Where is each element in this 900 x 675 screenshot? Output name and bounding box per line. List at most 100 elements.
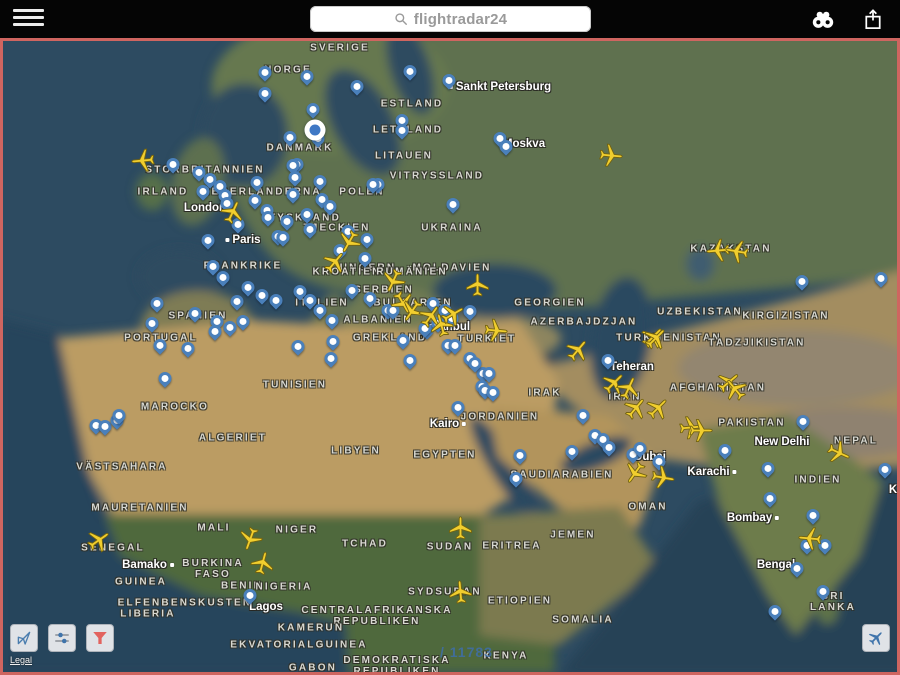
sliders-icon — [53, 629, 71, 647]
country-label: NIGER — [276, 525, 319, 536]
filter-button[interactable] — [86, 624, 114, 652]
share-icon[interactable] — [860, 8, 886, 31]
country-label: VÄSTSAHARA — [76, 462, 167, 473]
location-arrow-icon — [15, 629, 33, 647]
airport-pin[interactable] — [876, 460, 894, 478]
aircraft-icon[interactable] — [721, 235, 752, 266]
search-input[interactable]: flightradar24 — [310, 6, 591, 32]
airport-pin[interactable] — [394, 331, 412, 349]
funnel-icon — [91, 629, 109, 647]
country-label: EGYPTEN — [413, 450, 476, 461]
airport-pin[interactable] — [179, 339, 197, 357]
airport-pin[interactable] — [759, 459, 777, 477]
map-overlay-layer: SVERIGENORGEESTLANDLETTLANDLITAUENVITRYS… — [3, 41, 897, 672]
country-label: UZBEKISTAN — [657, 307, 743, 318]
aircraft-icon[interactable] — [447, 515, 474, 542]
country-label: GREKLAND — [353, 333, 427, 344]
country-label: ETIOPIEN — [488, 596, 552, 607]
airport-pin[interactable] — [814, 582, 832, 600]
airport-pin[interactable] — [872, 269, 890, 287]
airport-pin[interactable] — [361, 289, 379, 307]
airport-pin[interactable] — [284, 185, 302, 203]
airport-pin[interactable] — [151, 336, 169, 354]
aircraft-icon[interactable] — [558, 331, 596, 369]
settings-button[interactable] — [48, 624, 76, 652]
aircraft-icon[interactable] — [820, 434, 856, 470]
country-label: GUINEA — [115, 577, 167, 588]
airport-pin[interactable] — [281, 128, 299, 146]
airport-pin[interactable] — [348, 77, 366, 95]
search-icon — [394, 12, 408, 26]
airport-pin[interactable] — [164, 155, 182, 173]
airport-pin[interactable] — [148, 294, 166, 312]
country-label: INDIEN — [794, 475, 841, 486]
aircraft-icon[interactable] — [795, 523, 824, 552]
airport-pin[interactable] — [228, 292, 246, 310]
airport-pin[interactable] — [298, 67, 316, 85]
airport-pin[interactable] — [289, 337, 307, 355]
aircraft-icon[interactable] — [636, 319, 674, 357]
airport-pin[interactable] — [298, 205, 316, 223]
city-label: Bamako — [122, 559, 174, 571]
legal-link[interactable]: Legal — [10, 655, 32, 665]
airport-pin[interactable] — [716, 441, 734, 459]
country-label: TCHAD — [342, 539, 388, 550]
menu-icon[interactable] — [13, 9, 44, 29]
airport-pin[interactable] — [248, 173, 266, 191]
airport-pin[interactable] — [793, 272, 811, 290]
country-label: LIBERIA — [120, 609, 175, 620]
airport-pin[interactable] — [766, 602, 784, 620]
airport-pin[interactable] — [444, 195, 462, 213]
country-label: JEMEN — [550, 530, 595, 541]
airport-pin[interactable] — [324, 332, 342, 350]
locate-me-button[interactable] — [10, 624, 38, 652]
airport-pin[interactable] — [143, 314, 161, 332]
city-label: Sankt Petersburg — [449, 81, 551, 93]
airport-pin[interactable] — [256, 84, 274, 102]
aircraft-icon[interactable] — [464, 272, 491, 299]
airport-pin[interactable] — [322, 349, 340, 367]
airport-pin[interactable] — [788, 559, 806, 577]
airport-pin[interactable] — [804, 506, 822, 524]
city-label: Bombay — [727, 512, 779, 524]
airport-pin[interactable] — [256, 63, 274, 81]
airport-pin[interactable] — [440, 71, 458, 89]
airport-pin[interactable] — [156, 369, 174, 387]
country-label: SOMALIA — [552, 615, 614, 626]
aircraft-icon[interactable] — [79, 521, 117, 559]
airport-marker-large[interactable] — [305, 120, 326, 141]
aircraft-icon[interactable] — [128, 145, 157, 174]
country-label: SAUDIARABIEN — [510, 470, 613, 481]
airport-pin[interactable] — [304, 100, 322, 118]
airport-pin[interactable] — [511, 446, 529, 464]
show-flights-button[interactable] — [862, 624, 890, 652]
map[interactable]: SVERIGENORGEESTLANDLETTLANDLITAUENVITRYS… — [0, 38, 900, 675]
country-label: JORDANIEN — [461, 412, 540, 423]
airport-pin[interactable] — [301, 220, 319, 238]
airport-pin[interactable] — [401, 62, 419, 80]
aircraft-icon[interactable] — [595, 140, 624, 169]
aircraft-icon[interactable] — [445, 577, 474, 606]
airport-pin[interactable] — [761, 489, 779, 507]
country-label: NIGERIA — [255, 582, 312, 593]
airport-pin[interactable] — [507, 469, 525, 487]
airport-pin[interactable] — [401, 351, 419, 369]
airport-pin[interactable] — [449, 398, 467, 416]
airport-pin[interactable] — [186, 304, 204, 322]
aircraft-icon[interactable] — [638, 389, 676, 427]
airport-pin[interactable] — [574, 406, 592, 424]
airport-pin[interactable] — [241, 586, 259, 604]
airport-pin[interactable] — [199, 231, 217, 249]
airport-pin[interactable] — [311, 172, 329, 190]
airport-pin[interactable] — [267, 291, 285, 309]
binoculars-icon[interactable] — [810, 8, 836, 31]
airport-pin[interactable] — [343, 281, 361, 299]
airport-pin[interactable] — [278, 212, 296, 230]
city-label: K — [889, 484, 897, 496]
airport-pin[interactable] — [563, 442, 581, 460]
city-label: Paris — [225, 234, 260, 246]
aircraft-icon[interactable] — [480, 315, 509, 344]
aircraft-icon[interactable] — [687, 417, 714, 444]
airport-pin[interactable] — [794, 412, 812, 430]
aircraft-icon[interactable] — [646, 461, 677, 492]
